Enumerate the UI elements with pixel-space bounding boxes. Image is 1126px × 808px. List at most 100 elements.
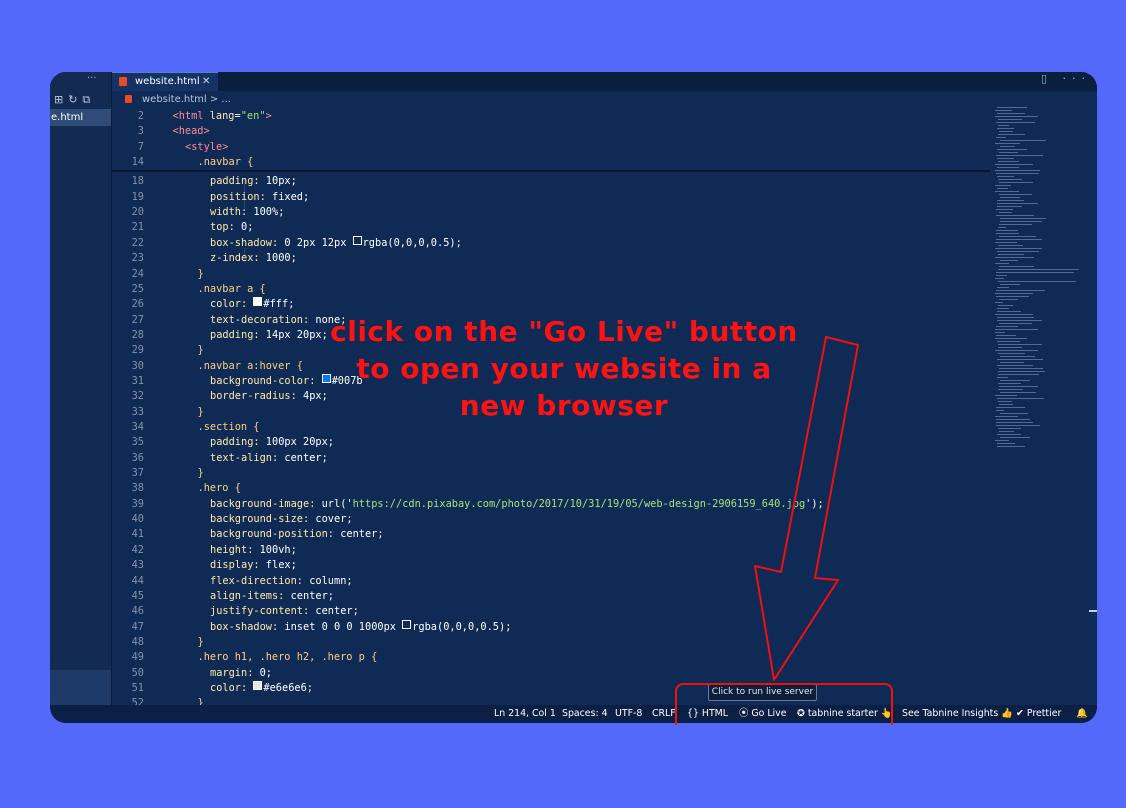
line-number: 14 (131, 156, 144, 169)
minimap-line (995, 143, 1020, 144)
code-line[interactable]: 40 background-size: cover; (112, 512, 990, 527)
code-text: flex-direction: column; (210, 574, 353, 589)
code-text: } (198, 343, 204, 358)
line-number: 39 (131, 497, 144, 510)
code-token: 0; (241, 221, 254, 234)
code-token: column; (309, 574, 353, 587)
minimap-line (996, 233, 1019, 234)
code-line[interactable]: 20 width: 100%; (112, 205, 990, 220)
code-line[interactable]: 41 background-position: center; (112, 527, 990, 542)
code-text: background-position: center; (210, 527, 384, 542)
code-text: .navbar { (198, 155, 254, 170)
color-swatch[interactable] (253, 297, 263, 307)
code-token: 1000; (265, 252, 297, 265)
split-editor-icon[interactable]: ▯ ··· (1041, 72, 1091, 85)
code-line[interactable]: 44 flex-direction: column; (112, 574, 990, 589)
minimap-line (996, 419, 1030, 420)
code-token: color: (210, 681, 254, 694)
code-line[interactable]: 49 .hero h1, .hero h2, .hero p { (112, 650, 990, 665)
tab-website-html[interactable]: website.html ✕ (112, 72, 218, 91)
explorer-toolbar-icons[interactable]: ⊞↻⧉ (54, 93, 95, 107)
status-bar: Ln 214, Col 1 Spaces: 4 UTF-8 CRLF {} HT… (50, 705, 1097, 723)
line-number: 45 (131, 589, 144, 602)
code-line[interactable]: 37} (112, 466, 990, 481)
code-line[interactable]: 35 padding: 100px 20px; (112, 435, 990, 450)
code-line[interactable]: 18 padding: 10px; (112, 174, 990, 189)
minimap-line (998, 254, 1024, 255)
code-token: box-shadow: (210, 620, 285, 633)
code-line[interactable]: 50 margin: 0; (112, 666, 990, 681)
code-line[interactable]: 7 <style> (112, 140, 990, 155)
code-token: width: (210, 206, 254, 219)
close-icon[interactable]: ✕ (202, 73, 210, 90)
code-line[interactable]: 38 .hero { (112, 481, 990, 496)
bell-icon[interactable]: 🔔 (1076, 705, 1088, 723)
code-token: https://cdn.pixabay.com/photo/2017/10/31… (352, 497, 806, 510)
code-line[interactable]: 14 .navbar { (112, 155, 990, 170)
minimap[interactable] (995, 107, 1090, 457)
minimap-line (996, 422, 1033, 423)
code-line[interactable]: 36 text-align: center; (112, 451, 990, 466)
minimap-line (996, 272, 1074, 273)
eol-status[interactable]: CRLF (652, 705, 676, 723)
line-number: 3 (137, 125, 144, 138)
minimap-line (995, 293, 1033, 294)
code-line[interactable]: 39 background-image: url('https://cdn.pix… (112, 497, 990, 512)
minimap-line (996, 230, 1018, 231)
minimap-line (998, 179, 1022, 180)
html5-icon (125, 95, 132, 103)
code-line[interactable]: 48} (112, 635, 990, 650)
minimap-line (999, 404, 1013, 405)
minimap-line (997, 311, 1021, 312)
color-swatch[interactable] (253, 680, 263, 690)
code-line[interactable]: 2 <html lang="en"> (112, 109, 990, 124)
minimap-line (999, 182, 1033, 183)
code-line[interactable]: 24} (112, 267, 990, 282)
prettier-status[interactable]: ✔ Prettier (1016, 705, 1061, 723)
code-line[interactable]: 47 box-shadow: inset 0 0 0 1000px rgba(0,… (112, 619, 990, 635)
code-line[interactable]: 43 display: flex; (112, 558, 990, 573)
code-line[interactable]: 42 height: 100vh; (112, 543, 990, 558)
minimap-line (997, 398, 1044, 399)
code-line[interactable]: 22 box-shadow: 0 2px 12px rgba(0,0,0,0.5)… (112, 235, 990, 251)
code-line[interactable]: 23 z-index: 1000; (112, 251, 990, 266)
code-line[interactable]: 21 top: 0; (112, 220, 990, 235)
code-text: <head> (173, 124, 210, 139)
color-swatch[interactable] (402, 619, 412, 629)
indentation-status[interactable]: Spaces: 4 (562, 705, 608, 723)
tabnine-insights[interactable]: See Tabnine Insights 👍 (902, 705, 1013, 723)
code-token: url(' (321, 497, 353, 510)
code-line[interactable]: 45 align-items: center; (112, 589, 990, 604)
code-line[interactable]: 25 .navbar a { (112, 282, 990, 297)
code-line[interactable]: 3 <head> (112, 124, 990, 139)
breadcrumb-label: website.html > ... (142, 94, 231, 105)
scrollbar-marker[interactable] (1089, 610, 1097, 612)
code-token: 10px; (265, 175, 297, 188)
line-number: 18 (131, 175, 144, 188)
minimap-line (997, 188, 1008, 189)
minimap-line (997, 317, 1034, 318)
code-token: background-size: (210, 513, 316, 526)
code-line[interactable]: 46 justify-content: center; (112, 604, 990, 619)
more-actions-icon[interactable]: ··· (87, 73, 97, 84)
minimap-line (1000, 140, 1046, 141)
encoding-status[interactable]: UTF-8 (615, 705, 642, 723)
minimap-line (995, 338, 1027, 339)
line-number: 28 (131, 328, 144, 341)
breadcrumb[interactable]: website.html > ... (112, 91, 1097, 108)
code-token: } (197, 635, 204, 648)
code-token: lang (209, 110, 235, 122)
line-number: 37 (131, 467, 144, 480)
line-number: 22 (131, 236, 144, 249)
color-swatch[interactable] (352, 235, 362, 245)
cursor-position[interactable]: Ln 214, Col 1 (494, 705, 556, 723)
minimap-line (999, 368, 1043, 369)
code-token: } (197, 405, 204, 418)
code-line[interactable]: 19 position: fixed; (112, 190, 990, 205)
code-text: } (198, 635, 204, 650)
code-token: top: (210, 221, 241, 234)
minimap-line (997, 320, 1042, 321)
explorer-file-item[interactable]: e.html (50, 109, 111, 126)
code-line[interactable]: 26 color: #fff; (112, 297, 990, 312)
minimap-line (999, 212, 1012, 213)
